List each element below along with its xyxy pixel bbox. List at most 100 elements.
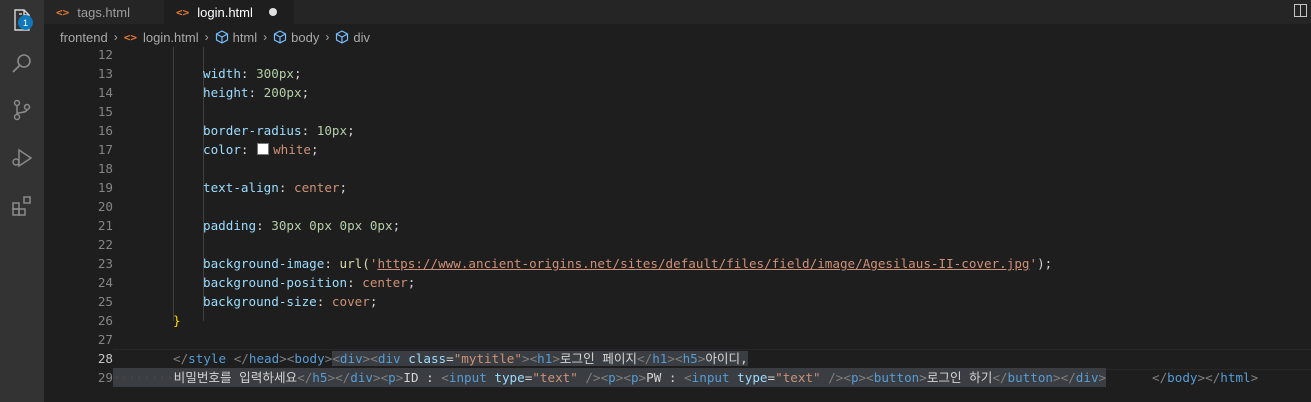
css-property: padding: [203, 218, 257, 233]
code-line: 29 ········비밀번호를 입력하세요</h5></div><p>ID : …: [44, 368, 1311, 387]
html-tag: html: [1220, 370, 1251, 385]
html-tag: body: [294, 351, 325, 366]
code-token: :: [324, 256, 340, 271]
code-token: >: [1250, 370, 1259, 385]
code-token: </: [335, 370, 351, 385]
html-tag: input: [691, 370, 730, 385]
line-number: 18: [97, 161, 113, 176]
code-token: >: [919, 370, 927, 385]
url-link[interactable]: https://www.ancient-origins.net/sites/de…: [377, 256, 1029, 271]
line-number: 29: [97, 370, 113, 385]
code-token: ;: [369, 294, 378, 309]
code-line: 13 width: 300px;: [44, 64, 1311, 83]
code-token: <: [684, 370, 692, 385]
tab-tags-html[interactable]: <> tags.html: [44, 0, 171, 24]
source-control-icon[interactable]: [6, 94, 38, 126]
line-number: 22: [97, 237, 113, 252]
code-token: =: [767, 370, 776, 385]
line-number: 16: [97, 123, 113, 138]
tab-label: login.html: [197, 4, 253, 20]
element-cube-icon: [215, 30, 229, 44]
css-property: color: [203, 142, 241, 157]
html-text: PW :: [646, 370, 685, 385]
code-token: :: [256, 218, 272, 233]
css-value: cover: [331, 294, 370, 309]
code-token: </: [992, 370, 1008, 385]
code-token: />: [820, 370, 844, 385]
line-number: 12: [97, 47, 113, 62]
chevron-right-icon: ›: [204, 30, 209, 44]
html-tag: div: [377, 351, 401, 366]
html-attribute: type: [737, 370, 768, 385]
html-tag: p: [850, 370, 859, 385]
run-debug-icon[interactable]: [6, 142, 38, 174]
code-token: >: [372, 370, 381, 385]
code-token: </: [233, 351, 249, 366]
css-value: center: [294, 180, 340, 195]
code-token: ;: [294, 66, 302, 81]
code-line: 14 height: 200px;: [44, 83, 1311, 102]
css-property: background-position: [203, 275, 348, 290]
html-text: 로그인 하기: [926, 370, 993, 385]
line-number: 24: [97, 275, 113, 290]
code-token: <: [370, 351, 378, 366]
explorer-badge: 1: [18, 15, 33, 30]
code-token: >: [1098, 370, 1107, 385]
tab-label: tags.html: [77, 4, 130, 20]
code-line: 27: [44, 330, 1311, 349]
breadcrumb-item-login-html[interactable]: <> login.html: [124, 30, 199, 45]
element-cube-icon: [273, 30, 287, 44]
code-line: 24 background-position: center;: [44, 273, 1311, 292]
code-line: 17 color: white;: [44, 140, 1311, 159]
html-text: 비밀번호를 입력하세요: [173, 370, 298, 385]
code-token: </: [637, 351, 653, 366]
breadcrumb-item-body[interactable]: body: [273, 30, 319, 45]
line-number: 20: [97, 199, 113, 214]
code-token: :: [316, 294, 332, 309]
css-value: 30px 0px 0px 0px: [271, 218, 393, 233]
breadcrumb-item-frontend[interactable]: frontend: [60, 30, 108, 45]
extensions-icon[interactable]: [6, 190, 38, 222]
css-property: width: [203, 66, 241, 81]
code-token: ;: [311, 142, 319, 157]
code-token: :: [240, 66, 257, 81]
line-number: 28: [97, 351, 113, 366]
element-cube-icon: [335, 30, 349, 44]
line-number: 26: [97, 313, 113, 328]
html-attribute: type: [494, 370, 525, 385]
html-tag: p: [630, 370, 639, 385]
code-token: ;: [339, 180, 348, 195]
code-token: />: [577, 370, 601, 385]
unsaved-dot-icon[interactable]: [268, 8, 277, 16]
code-line: 23 background-image: url('https://www.anc…: [44, 254, 1311, 273]
html-text: 아이디,: [705, 351, 748, 366]
code-token: ;: [392, 218, 401, 233]
breadcrumb-item-div[interactable]: div: [335, 30, 370, 45]
code-line: 15: [44, 102, 1311, 121]
split-editor-icon[interactable]: [1294, 4, 1307, 17]
html-tag-icon: <>: [176, 5, 190, 19]
html-tag: button: [873, 370, 920, 385]
attribute-value: "text": [532, 370, 578, 385]
line-number: 17: [97, 142, 113, 157]
code-token: <: [441, 370, 449, 385]
search-icon[interactable]: [6, 48, 38, 80]
breadcrumb-item-html[interactable]: html: [215, 30, 257, 45]
whitespace-marker: ········: [113, 370, 174, 385]
color-swatch-icon[interactable]: [257, 143, 270, 155]
code-token: =: [446, 351, 454, 366]
line-number: 25: [97, 294, 113, 309]
tab-bar: <> tags.html <> login.html: [44, 0, 1311, 24]
code-editor[interactable]: 12 13 width: 300px; 14 height: 200px; 15 1…: [44, 47, 1311, 402]
tab-login-html[interactable]: <> login.html: [164, 0, 294, 24]
code-line: 20: [44, 197, 1311, 216]
chevron-right-icon: ›: [263, 30, 268, 44]
html-text: ID :: [403, 370, 442, 385]
text-selection: <div><div class="mytitle"><h1>로그인 페이지</h…: [332, 351, 748, 366]
code-line: 18: [44, 159, 1311, 178]
code-line: 21 padding: 30px 0px 0px 0px;: [44, 216, 1311, 235]
line-number: 19: [97, 180, 113, 195]
code-token: <: [623, 370, 631, 385]
html-tag: h1: [537, 351, 553, 366]
